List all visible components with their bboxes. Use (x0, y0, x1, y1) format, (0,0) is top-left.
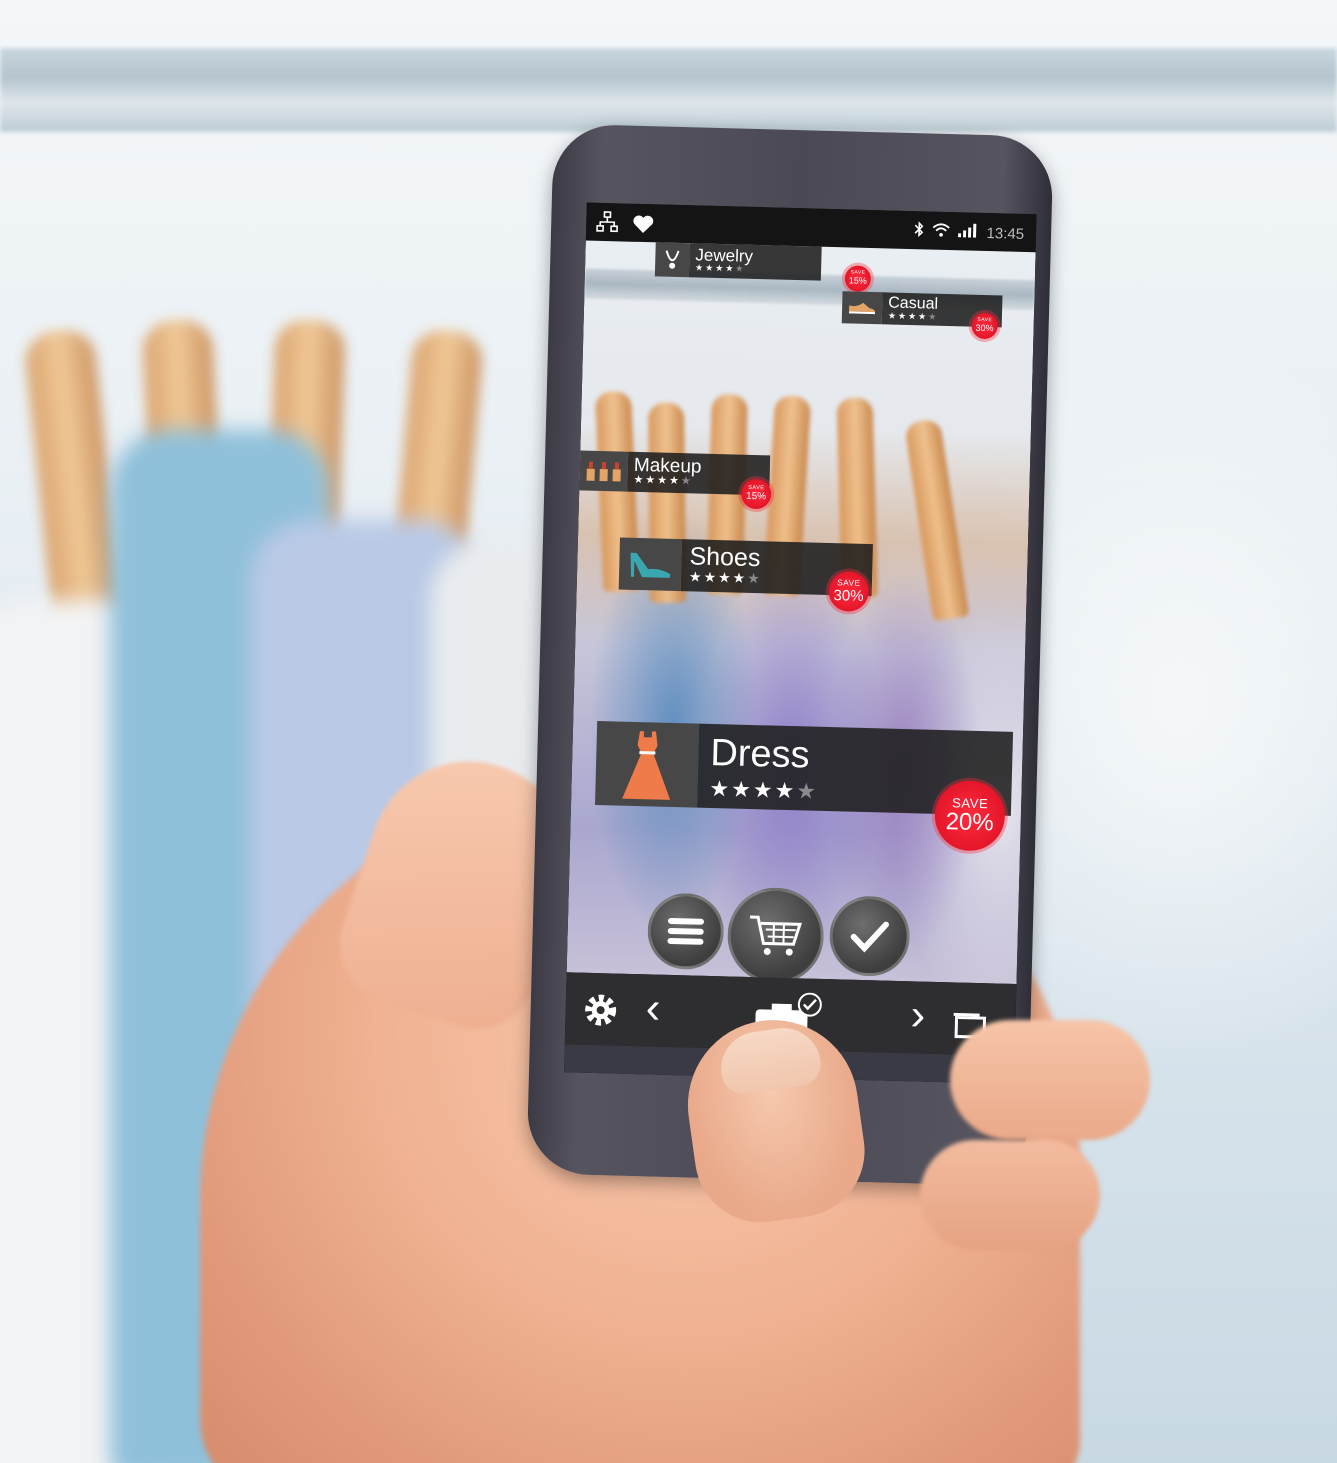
gear-icon (585, 994, 617, 1026)
ar-tag-shoes[interactable]: Shoes ★★★★★ SAVE 30% (618, 537, 873, 613)
ar-tag-jewelry[interactable]: Jewelry ★★★★★ SAVE 15% (654, 242, 872, 292)
discount-badge: SAVE 30% (828, 570, 870, 613)
menu-button[interactable] (646, 892, 725, 971)
hand-finger (920, 1140, 1100, 1250)
ar-tag-dress[interactable]: Dress ★★★★★ SAVE 20% (595, 720, 1014, 852)
status-time: 13:45 (986, 224, 1025, 243)
shoe-icon (841, 291, 883, 325)
hanger (904, 418, 970, 622)
hand-finger (950, 1020, 1150, 1140)
necklace-icon (654, 242, 690, 278)
status-left-icons (596, 211, 654, 240)
cart-icon (750, 915, 803, 956)
high-heel-icon (618, 537, 682, 592)
discount-badge: SAVE 30% (971, 312, 999, 340)
network-icon (596, 211, 624, 239)
status-right-icons: 13:45 (914, 221, 1024, 244)
rating-stars: ★★★★★ (694, 262, 746, 274)
menu-icon (667, 917, 704, 945)
prev-button[interactable]: ‹ (645, 983, 661, 1032)
phone-screen: 13:45 Jewelry ★★★★★ SAVE 15% Casual ★★★★… (564, 202, 1037, 1085)
signal-icon (958, 223, 978, 242)
settings-button[interactable] (581, 991, 620, 1036)
discount-badge: SAVE 15% (740, 478, 772, 510)
camera-viewfinder: Jewelry ★★★★★ SAVE 15% Casual ★★★★★ SAVE… (566, 240, 1036, 985)
wifi-icon (932, 223, 951, 241)
clothing-rail (0, 48, 1337, 132)
ar-tag-makeup[interactable]: Makeup ★★★★★ SAVE 15% (579, 450, 772, 510)
confirm-button[interactable] (828, 895, 911, 978)
photo-scene: 13:45 Jewelry ★★★★★ SAVE 15% Casual ★★★★… (0, 0, 1337, 1463)
makeup-icon (579, 450, 629, 492)
ar-tag-casual[interactable]: Casual ★★★★★ SAVE 30% (841, 291, 1003, 340)
heart-icon (631, 215, 654, 240)
check-icon (850, 921, 889, 953)
dress-icon (595, 720, 700, 808)
discount-badge: SAVE 20% (933, 779, 1006, 852)
tag-label: Dress (709, 731, 811, 777)
next-button[interactable]: › (910, 990, 926, 1039)
tag-body: Jewelry ★★★★★ (688, 243, 822, 281)
bluetooth-icon (914, 221, 925, 241)
cart-button[interactable] (726, 886, 825, 985)
